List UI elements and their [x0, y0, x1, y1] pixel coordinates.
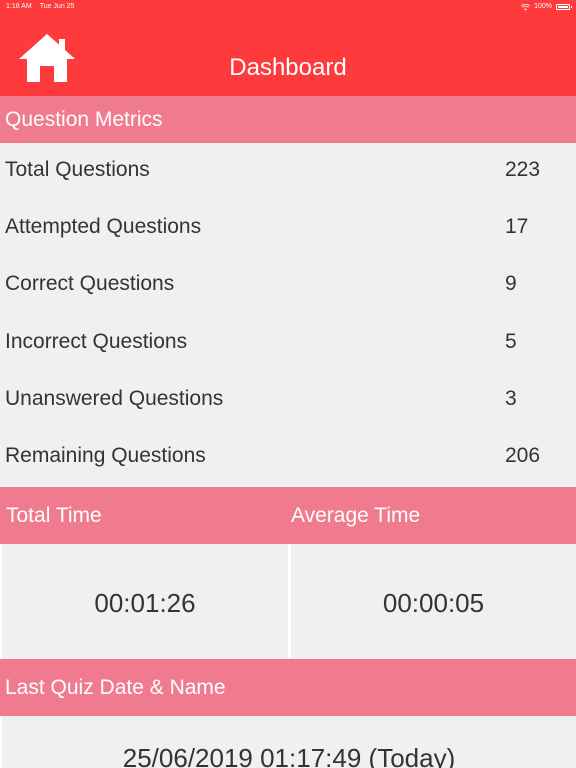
last-quiz-title: Last Quiz Date & Name — [5, 676, 226, 699]
status-date: Tue Jun 25 — [39, 3, 75, 10]
metric-row-correct: Correct Questions 9 — [0, 264, 576, 304]
page-title: Dashboard — [229, 54, 347, 81]
metric-value: 5 — [505, 330, 517, 353]
nav-bar: 1:18 AM Tue Jun 25 100% Dashboard — [0, 0, 576, 96]
metric-value: 223 — [505, 158, 541, 181]
metric-row-unanswered: Unanswered Questions 3 — [0, 379, 576, 419]
metric-row-incorrect: Incorrect Questions 5 — [0, 322, 576, 362]
average-time-value: 00:00:05 — [291, 544, 576, 659]
metric-row-attempted: Attempted Questions 17 — [0, 207, 576, 247]
metric-value: 206 — [505, 444, 541, 467]
metric-value: 3 — [505, 387, 517, 410]
last-quiz-panel: 25/06/2019 01:17:49 (Today) — [2, 716, 576, 768]
metric-value: 17 — [505, 215, 529, 238]
battery-icon — [556, 4, 572, 10]
last-quiz-value: 25/06/2019 01:17:49 (Today) — [122, 743, 456, 768]
metric-label: Remaining Questions — [5, 444, 206, 467]
question-metrics-title: Question Metrics — [5, 107, 163, 131]
time-metrics-values: 00:01:26 00:00:05 — [0, 544, 576, 659]
question-metrics-header: Question Metrics — [0, 96, 576, 143]
metric-row-total: Total Questions 223 — [0, 150, 576, 190]
question-metrics-list: Total Questions 223 Attempted Questions … — [0, 143, 576, 487]
time-metrics-header: Total Time Average Time — [0, 487, 576, 544]
last-quiz-header: Last Quiz Date & Name — [0, 659, 576, 716]
wifi-icon — [521, 3, 531, 11]
metric-label: Attempted Questions — [5, 215, 202, 238]
status-bar: 1:18 AM Tue Jun 25 100% — [0, 0, 576, 14]
average-time-label: Average Time — [291, 504, 421, 527]
total-time-value: 00:01:26 — [2, 544, 288, 659]
total-time-label: Total Time — [6, 504, 102, 527]
metric-label: Total Questions — [5, 158, 150, 181]
metric-value: 9 — [505, 272, 517, 295]
status-time: 1:18 AM — [6, 3, 32, 10]
battery-percent: 100% — [534, 3, 552, 10]
metric-row-remaining: Remaining Questions 206 — [0, 436, 576, 476]
dashboard-screen: 1:18 AM Tue Jun 25 100% Dashboard Questi… — [0, 0, 576, 768]
metric-label: Correct Questions — [5, 272, 175, 295]
metric-label: Incorrect Questions — [5, 330, 188, 353]
metric-label: Unanswered Questions — [5, 387, 224, 410]
